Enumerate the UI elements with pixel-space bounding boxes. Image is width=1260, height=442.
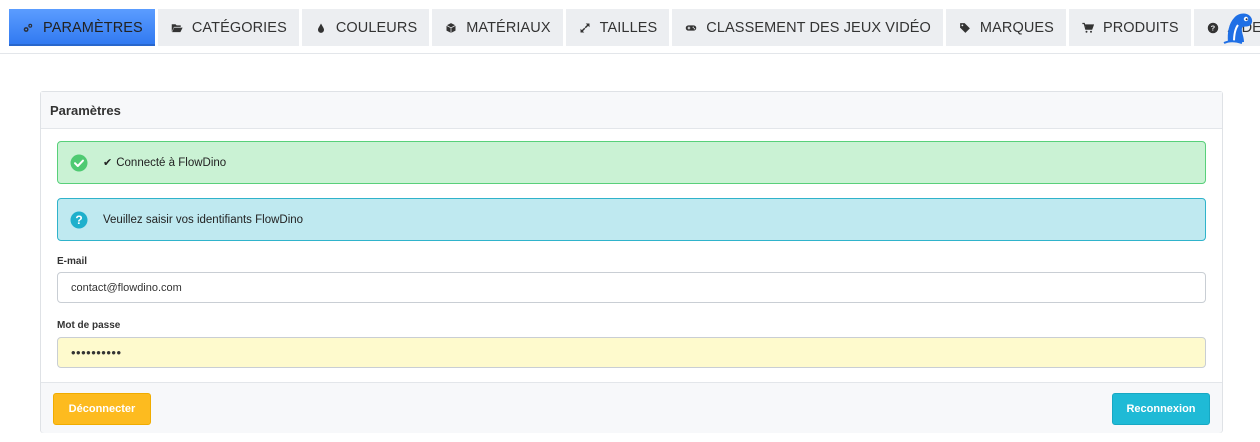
question-circle-icon: ?: [1206, 21, 1220, 35]
connected-text: Connecté à FlowDino: [116, 156, 227, 169]
card-header: Paramètres: [41, 92, 1222, 129]
tab-bar: PARAMÈTRES CATÉGORIES COULEURS MATÉRIAUX…: [9, 9, 1260, 46]
email-field[interactable]: contact@flowdino.com: [57, 272, 1206, 303]
email-value: contact@flowdino.com: [71, 281, 182, 294]
credentials-info-alert: ? Veuillez saisir vos identifiants FlowD…: [57, 198, 1206, 241]
tab-label: MATÉRIAUX: [466, 19, 551, 36]
svg-text:?: ?: [1210, 23, 1215, 32]
question-circle-icon: ?: [70, 211, 88, 228]
tab-label: CLASSEMENT DES JEUX VIDÉO: [706, 19, 931, 36]
tab-label: COULEURS: [335, 19, 418, 36]
connected-alert: ✔ Connecté à FlowDino: [57, 141, 1206, 184]
tab-marques[interactable]: MARQUES: [945, 9, 1066, 46]
tab-materiaux[interactable]: MATÉRIAUX: [432, 9, 563, 46]
tab-label: CATÉGORIES: [191, 19, 287, 36]
check-circle-icon: [70, 154, 88, 171]
password-value: ••••••••••: [71, 345, 122, 360]
password-label: Mot de passe: [57, 320, 121, 331]
password-field[interactable]: ••••••••••: [57, 337, 1206, 368]
expand-icon: [578, 21, 592, 35]
tab-label: PARAMÈTRES: [43, 19, 143, 36]
tab-label: MARQUES: [979, 19, 1054, 36]
tab-parametres[interactable]: PARAMÈTRES: [9, 9, 155, 46]
flowdino-logo[interactable]: [1222, 9, 1256, 45]
tab-label: PRODUITS: [1102, 19, 1179, 36]
tab-couleurs[interactable]: COULEURS: [301, 9, 430, 46]
cube-icon: [444, 21, 458, 35]
tab-classement-jeux-video[interactable]: CLASSEMENT DES JEUX VIDÉO: [672, 9, 943, 46]
card-footer: Déconnecter Reconnexion: [41, 382, 1222, 433]
tag-icon: [958, 21, 972, 35]
tab-tailles[interactable]: TAILLES: [565, 9, 670, 46]
tab-produits[interactable]: PRODUITS: [1068, 9, 1191, 46]
tint-icon: [314, 21, 328, 35]
svg-text:?: ?: [75, 213, 82, 227]
reconnect-button[interactable]: Reconnexion: [1112, 393, 1210, 425]
info-text: Veuillez saisir vos identifiants FlowDin…: [103, 213, 304, 226]
tab-label: TAILLES: [599, 19, 658, 36]
settings-card: Paramètres ✔ Connecté à FlowDino ? Veuil…: [40, 91, 1223, 433]
folder-open-icon: [170, 21, 184, 35]
cogs-icon: [21, 21, 35, 35]
check-icon: ✔: [103, 157, 113, 169]
disconnect-button[interactable]: Déconnecter: [53, 393, 151, 425]
shopping-cart-icon: [1081, 21, 1095, 35]
card-title: Paramètres: [50, 102, 121, 118]
email-label: E-mail: [57, 256, 88, 267]
top-navigation: PARAMÈTRES CATÉGORIES COULEURS MATÉRIAUX…: [0, 0, 1260, 54]
tab-categories[interactable]: CATÉGORIES: [157, 9, 299, 46]
gamepad-icon: [684, 21, 698, 35]
